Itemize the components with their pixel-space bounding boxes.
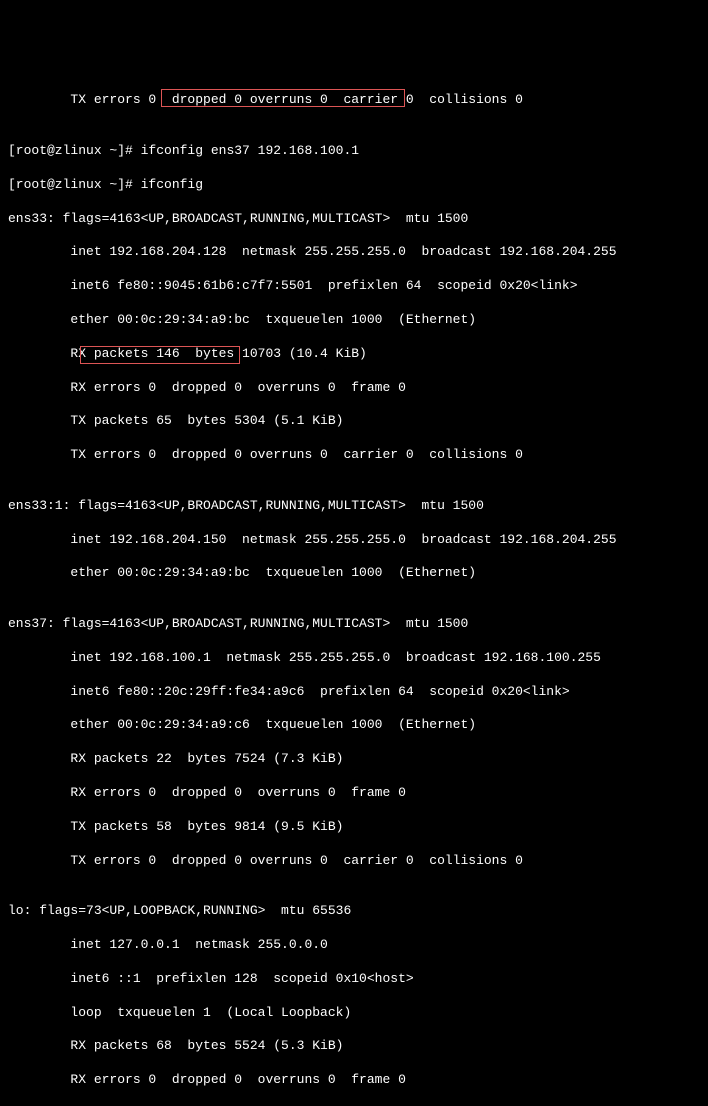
interface-header-ens33: ens33: flags=4163<UP,BROADCAST,RUNNING,M… — [8, 211, 700, 228]
output-line: inet6 fe80::9045:61b6:c7f7:5501 prefixle… — [8, 278, 700, 295]
output-line: TX errors 0 dropped 0 overruns 0 carrier… — [8, 853, 700, 870]
output-line: RX packets 68 bytes 5524 (5.3 KiB) — [8, 1038, 700, 1055]
output-line: TX errors 0 dropped 0 overruns 0 carrier… — [8, 447, 700, 464]
output-line: inet 192.168.204.128 netmask 255.255.255… — [8, 244, 700, 261]
output-line: RX errors 0 dropped 0 overruns 0 frame 0 — [8, 785, 700, 802]
output-line: TX errors 0 dropped 0 overruns 0 carrier… — [8, 92, 700, 109]
command-line: [root@zlinux ~]# ifconfig — [8, 177, 700, 194]
shell-prompt: [root@zlinux ~]# — [8, 143, 141, 158]
output-line: ether 00:0c:29:34:a9:bc txqueuelen 1000 … — [8, 565, 700, 582]
output-line: inet6 fe80::20c:29ff:fe34:a9c6 prefixlen… — [8, 684, 700, 701]
interface-header-ens37: ens37: flags=4163<UP,BROADCAST,RUNNING,M… — [8, 616, 700, 633]
output-line: inet 192.168.100.1 netmask 255.255.255.0… — [8, 650, 700, 667]
output-line: inet 127.0.0.1 netmask 255.0.0.0 — [8, 937, 700, 954]
command-text: ifconfig ens37 192.168.100.1 — [141, 143, 359, 158]
output-line: TX packets 65 bytes 5304 (5.1 KiB) — [8, 413, 700, 430]
output-line: RX packets 146 bytes 10703 (10.4 KiB) — [8, 346, 700, 363]
output-line: ether 00:0c:29:34:a9:c6 txqueuelen 1000 … — [8, 717, 700, 734]
output-line: RX packets 22 bytes 7524 (7.3 KiB) — [8, 751, 700, 768]
interface-header-ens33-1: ens33:1: flags=4163<UP,BROADCAST,RUNNING… — [8, 498, 700, 515]
interface-header-lo: lo: flags=73<UP,LOOPBACK,RUNNING> mtu 65… — [8, 903, 700, 920]
output-line: inet 192.168.204.150 netmask 255.255.255… — [8, 532, 700, 549]
command-text: ifconfig — [141, 177, 203, 192]
shell-prompt: [root@zlinux ~]# — [8, 177, 141, 192]
output-line: inet6 ::1 prefixlen 128 scopeid 0x10<hos… — [8, 971, 700, 988]
output-line: RX errors 0 dropped 0 overruns 0 frame 0 — [8, 1072, 700, 1089]
terminal-output[interactable]: TX errors 0 dropped 0 overruns 0 carrier… — [8, 76, 700, 1106]
output-line: loop txqueuelen 1 (Local Loopback) — [8, 1005, 700, 1022]
output-line: RX errors 0 dropped 0 overruns 0 frame 0 — [8, 380, 700, 397]
command-line: [root@zlinux ~]# ifconfig ens37 192.168.… — [8, 143, 700, 160]
output-line: TX packets 58 bytes 9814 (9.5 KiB) — [8, 819, 700, 836]
output-line: ether 00:0c:29:34:a9:bc txqueuelen 1000 … — [8, 312, 700, 329]
